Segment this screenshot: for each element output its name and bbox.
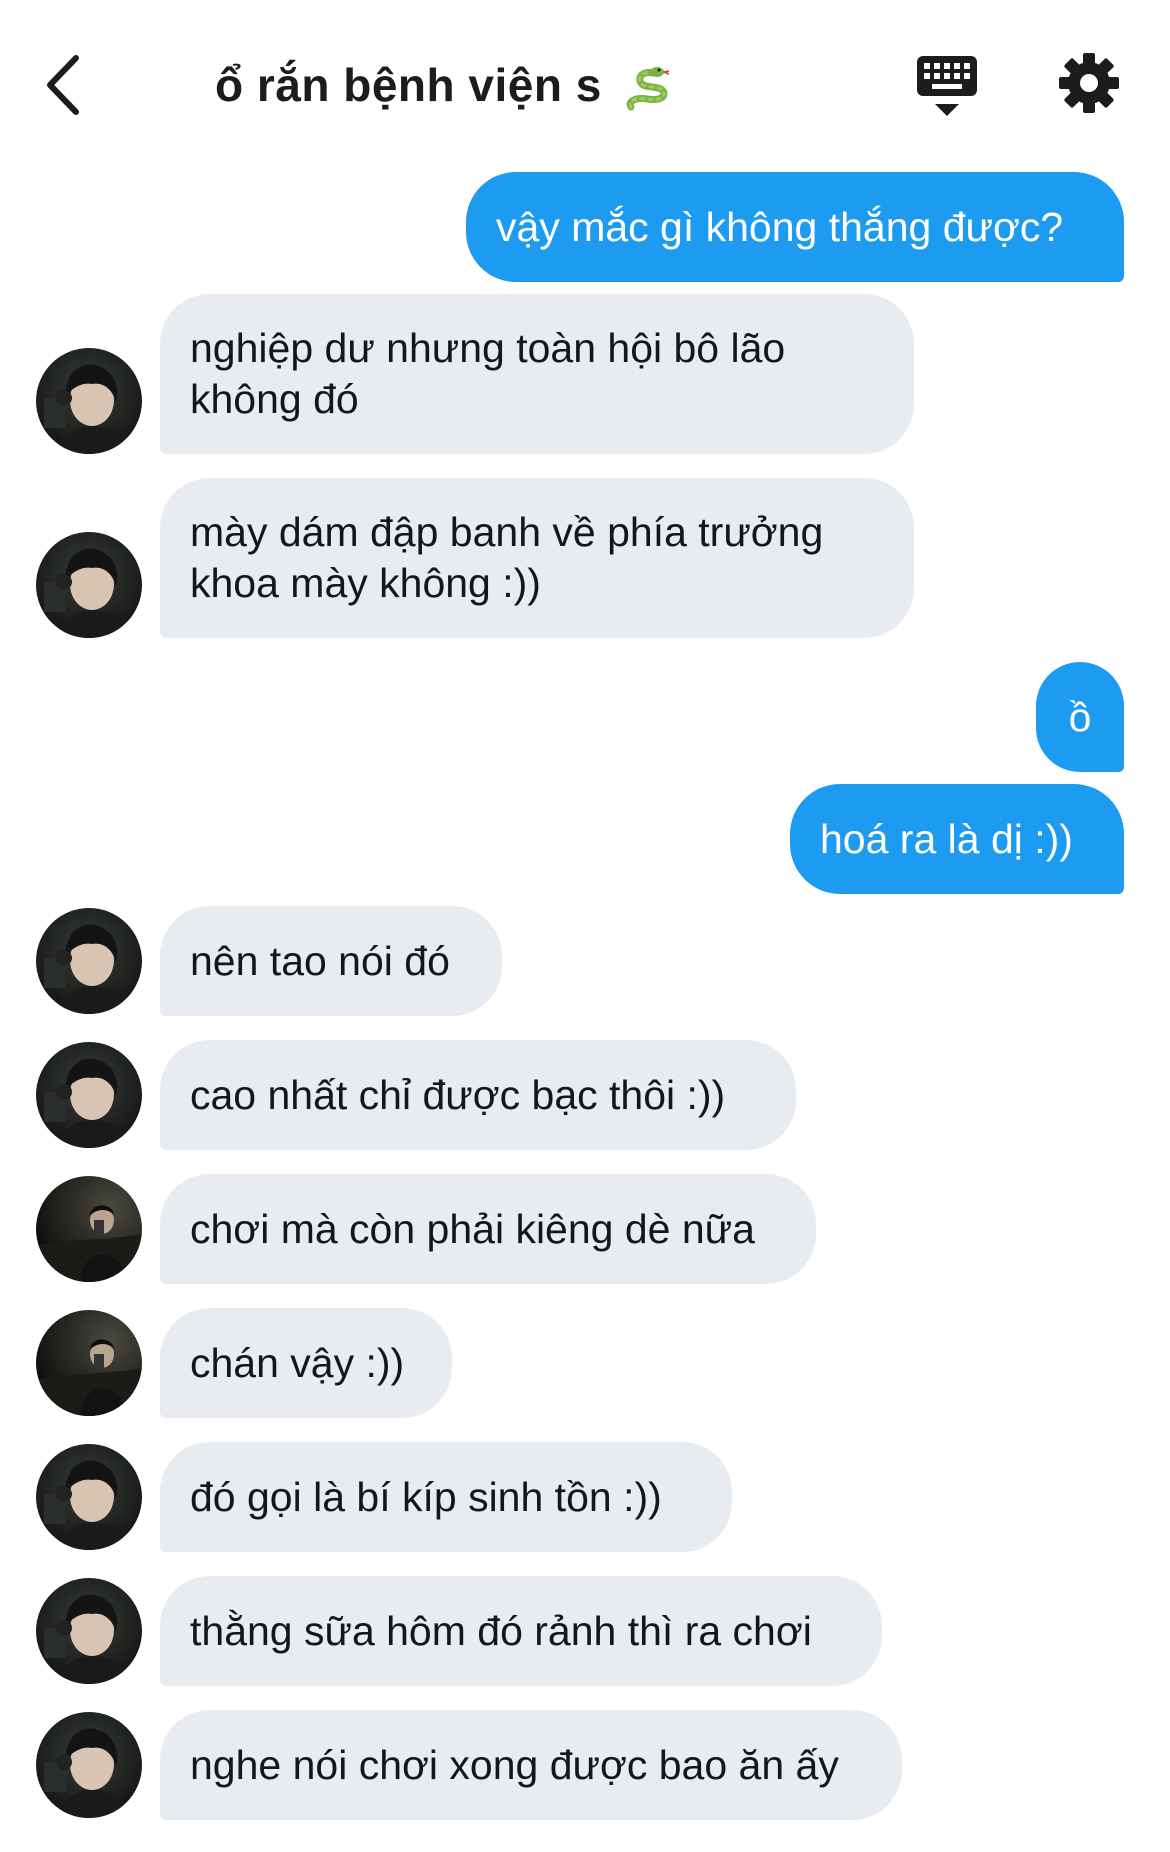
message-bubble-outgoing[interactable]: ồ (1036, 662, 1124, 772)
avatar[interactable] (36, 1310, 142, 1416)
message-text: thằng sữa hôm đó rảnh thì ra chơi (190, 1607, 812, 1654)
avatar[interactable] (36, 908, 142, 1014)
avatar-image (36, 1578, 142, 1684)
chat-header: ổ rắn bệnh viện s (0, 0, 1170, 150)
conversation-title[interactable]: ổ rắn bệnh viện s (215, 58, 675, 115)
avatar-image (36, 1042, 142, 1148)
message-text: mày dám đập banh về phía trưởng khoa mày… (190, 509, 824, 606)
avatar-image (36, 1310, 142, 1416)
message-bubble-incoming[interactable]: mày dám đập banh về phía trưởng khoa mày… (160, 478, 914, 638)
snake-emoji-icon (626, 66, 670, 111)
settings-button[interactable] (1058, 52, 1120, 114)
avatar[interactable] (36, 348, 142, 454)
gear-icon (1059, 53, 1119, 113)
message-text: chơi mà còn phải kiêng dè nữa (190, 1205, 755, 1252)
chevron-left-icon (47, 55, 79, 115)
avatar[interactable] (36, 1578, 142, 1684)
message-text: vậy mắc gì không thắng được? (496, 203, 1064, 250)
message-bubble-incoming[interactable]: nghe nói chơi xong được bao ăn ấy (160, 1710, 902, 1820)
message-bubble-incoming[interactable]: chơi mà còn phải kiêng dè nữa (160, 1174, 816, 1284)
avatar-image (36, 908, 142, 1014)
avatar[interactable] (36, 532, 142, 638)
message-bubble-outgoing[interactable]: vậy mắc gì không thắng được? (466, 172, 1124, 282)
message-text: đó gọi là bí kíp sinh tồn :)) (190, 1473, 662, 1520)
back-button[interactable] (40, 50, 90, 120)
message-bubble-incoming[interactable]: nên tao nói đó (160, 906, 502, 1016)
hide-keyboard-button[interactable] (915, 52, 979, 118)
avatar-image (36, 348, 142, 454)
avatar[interactable] (36, 1042, 142, 1148)
avatar[interactable] (36, 1176, 142, 1282)
message-bubble-incoming[interactable]: nghiệp dư nhưng toàn hội bô lão không đó (160, 294, 914, 454)
message-bubble-incoming[interactable]: thằng sữa hôm đó rảnh thì ra chơi (160, 1576, 882, 1686)
avatar-image (36, 532, 142, 638)
avatar-image (36, 1444, 142, 1550)
message-text: ồ (1068, 693, 1092, 740)
message-text: chán vậy :)) (190, 1339, 405, 1386)
avatar[interactable] (36, 1712, 142, 1818)
message-text: cao nhất chỉ được bạc thôi :)) (190, 1071, 726, 1118)
message-text: nên tao nói đó (190, 937, 450, 984)
message-text: nghe nói chơi xong được bao ăn ấy (190, 1741, 839, 1788)
message-text: hoá ra là dị :)) (820, 815, 1073, 862)
message-bubble-outgoing[interactable]: hoá ra là dị :)) (790, 784, 1124, 894)
avatar-image (36, 1176, 142, 1282)
avatar[interactable] (36, 1444, 142, 1550)
message-text: nghiệp dư nhưng toàn hội bô lão không đó (190, 325, 786, 422)
message-bubble-incoming[interactable]: chán vậy :)) (160, 1308, 452, 1418)
keyboard-hide-icon (917, 56, 977, 116)
message-bubble-incoming[interactable]: cao nhất chỉ được bạc thôi :)) (160, 1040, 796, 1150)
message-bubble-incoming[interactable]: đó gọi là bí kíp sinh tồn :)) (160, 1442, 732, 1552)
conversation-title-text: ổ rắn bệnh viện s (215, 59, 602, 111)
avatar-image (36, 1712, 142, 1818)
